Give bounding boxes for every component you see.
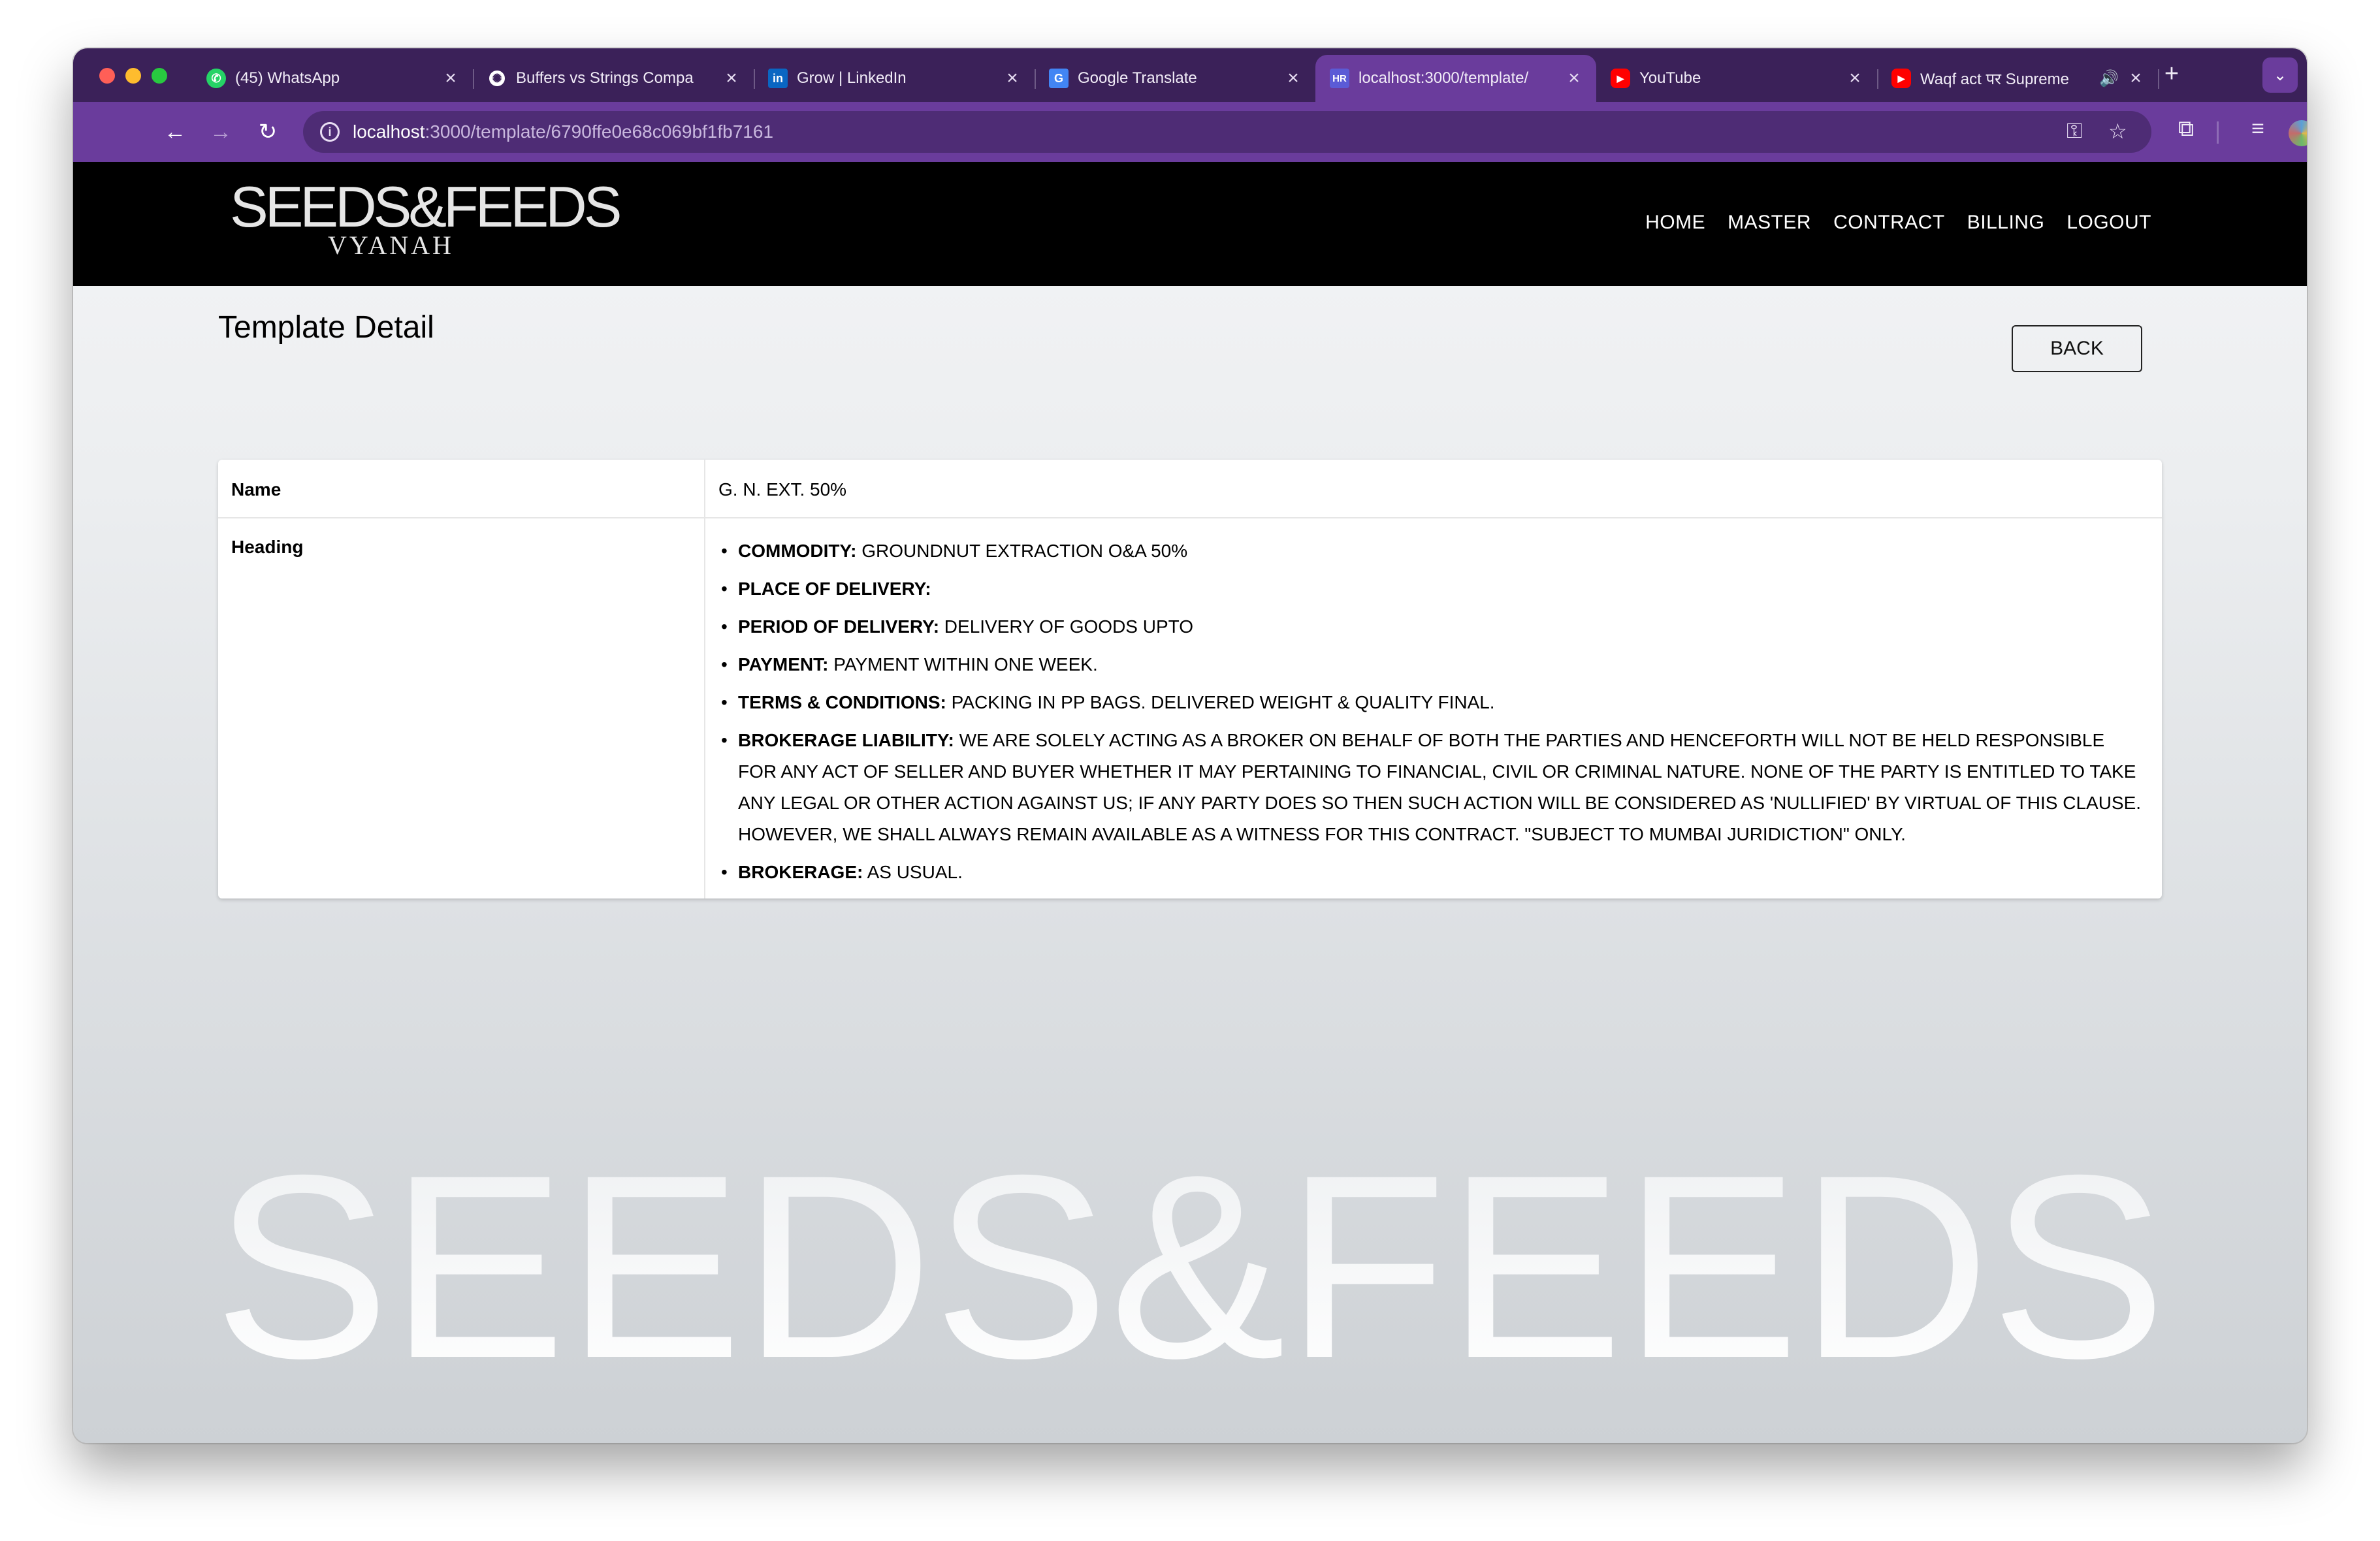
close-tab-icon[interactable]: ×: [1846, 67, 1864, 89]
back-button[interactable]: BACK: [2012, 325, 2142, 372]
tab-label: Grow | LinkedIn: [797, 69, 907, 87]
table-row-name: Name G. N. EXT. 50%: [218, 460, 2162, 518]
term-value: DELIVERY OF GOODS UPTO: [939, 616, 1194, 637]
media-controls-icon[interactable]: ≡: [2242, 116, 2274, 142]
heading-label: Heading: [231, 537, 304, 557]
site-info-icon[interactable]: i: [320, 122, 340, 142]
whatsapp-icon: ✆: [206, 69, 226, 88]
name-value: G. N. EXT. 50%: [718, 479, 847, 500]
list-item: TERMS & CONDITIONS: PACKING IN PP BAGS. …: [718, 687, 2142, 718]
youtube-icon: ▶: [1611, 69, 1630, 88]
list-item: BROKERAGE: AS USUAL.: [718, 857, 2142, 888]
url-host: localhost: [353, 121, 425, 142]
tab-linkedin[interactable]: in Grow | LinkedIn ×: [754, 55, 1036, 102]
tab-label: Buffers vs Strings Compa: [516, 69, 694, 87]
back-arrow-icon[interactable]: ←: [158, 115, 192, 149]
tab-search-chevron-icon[interactable]: ⌄: [2262, 57, 2298, 93]
minimize-window-button[interactable]: [125, 68, 141, 84]
column-divider: [704, 518, 705, 898]
url-path: :3000/template/6790ffe0e68c069bf1fb7161: [425, 121, 774, 142]
site-header: SEEDS&FEEDS VYANAH HOME MASTER CONTRACT …: [73, 162, 2307, 286]
watermark-text: SEEDS&FEEDS: [214, 1154, 2166, 1390]
table-row-heading: Heading COMMODITY: GROUNDNUT EXTRACTION …: [218, 518, 2162, 898]
tab-label: Waqf act पर Supreme: [1920, 70, 2069, 88]
tab-label: localhost:3000/template/: [1359, 69, 1529, 87]
youtube-icon: ▶: [1891, 69, 1911, 88]
tab-google-translate[interactable]: G Google Translate ×: [1035, 55, 1315, 102]
nav-contract[interactable]: CONTRACT: [1833, 212, 1945, 234]
list-item: PAYMENT: PAYMENT WITHIN ONE WEEK.: [718, 649, 2142, 680]
term-value: AS USUAL.: [863, 862, 963, 882]
password-key-icon[interactable]: ⚿: [2066, 119, 2082, 144]
browser-toolbar: ← → ↻ i localhost:3000/template/6790ffe0…: [73, 102, 2307, 162]
tab-localhost-template[interactable]: HR localhost:3000/template/ ×: [1315, 55, 1596, 102]
extensions-puzzle-icon[interactable]: ⧉: [2170, 116, 2202, 142]
nav-billing[interactable]: BILLING: [1967, 212, 2045, 234]
template-detail-table: Name G. N. EXT. 50% Heading COMMODITY: G…: [218, 460, 2162, 898]
term-key: PERIOD OF DELIVERY:: [738, 616, 940, 637]
background-watermark: SEEDS&FEEDS: [210, 1154, 2170, 1390]
term-key: PLACE OF DELIVERY:: [738, 579, 931, 599]
tab-label: (45) WhatsApp: [235, 69, 340, 87]
forward-arrow-icon[interactable]: →: [204, 115, 238, 149]
tab-waqf-act[interactable]: ▶ Waqf act पर Supreme 🔊 ×: [1877, 55, 2159, 102]
profile-avatar[interactable]: [2289, 120, 2307, 146]
openai-icon: ✺: [487, 69, 507, 88]
term-key: COMMODITY:: [738, 541, 857, 561]
close-window-button[interactable]: [99, 68, 115, 84]
linkedin-icon: in: [768, 69, 788, 88]
term-value: PAYMENT WITHIN ONE WEEK.: [828, 654, 1098, 675]
address-bar[interactable]: i localhost:3000/template/6790ffe0e68c06…: [303, 111, 2151, 153]
new-tab-button[interactable]: +: [2155, 60, 2188, 88]
heading-value: COMMODITY: GROUNDNUT EXTRACTION O&A 50% …: [718, 535, 2142, 895]
list-item: PERIOD OF DELIVERY: DELIVERY OF GOODS UP…: [718, 611, 2142, 643]
maximize-window-button[interactable]: [152, 68, 167, 84]
list-item: COMMODITY: GROUNDNUT EXTRACTION O&A 50%: [718, 535, 2142, 567]
logo-tagline: VYANAH: [328, 230, 454, 260]
term-key: BROKERAGE LIABILITY:: [738, 730, 954, 750]
main-nav: HOME MASTER CONTRACT BILLING LOGOUT: [1645, 212, 2151, 234]
tab-label: YouTube: [1639, 69, 1701, 87]
close-tab-icon[interactable]: ×: [2127, 67, 2145, 89]
audio-playing-icon[interactable]: 🔊: [2099, 69, 2119, 88]
term-key: BROKERAGE:: [738, 862, 863, 882]
close-tab-icon[interactable]: ×: [1284, 67, 1302, 89]
hr-app-icon: HR: [1330, 69, 1349, 88]
tab-youtube[interactable]: ▶ YouTube ×: [1596, 55, 1878, 102]
close-tab-icon[interactable]: ×: [1003, 67, 1021, 89]
reload-icon[interactable]: ↻: [251, 115, 285, 149]
nav-home[interactable]: HOME: [1645, 212, 1705, 234]
bookmark-star-icon[interactable]: ☆: [2108, 119, 2127, 144]
close-tab-icon[interactable]: ×: [722, 67, 741, 89]
tab-buffers-vs-strings[interactable]: ✺ Buffers vs Strings Compa ×: [473, 55, 755, 102]
toolbar-separator: [2217, 121, 2219, 144]
nav-master[interactable]: MASTER: [1728, 212, 1811, 234]
nav-logout[interactable]: LOGOUT: [2066, 212, 2151, 234]
term-value: PACKING IN PP BAGS. DELIVERED WEIGHT & Q…: [946, 692, 1495, 712]
page-viewport: SEEDS&FEEDS VYANAH HOME MASTER CONTRACT …: [73, 162, 2307, 1443]
terms-list: COMMODITY: GROUNDNUT EXTRACTION O&A 50% …: [718, 535, 2142, 888]
page-title: Template Detail: [218, 310, 434, 345]
browser-window: ✆ (45) WhatsApp × ✺ Buffers vs Strings C…: [73, 48, 2307, 1443]
name-label: Name: [231, 479, 281, 500]
google-translate-icon: G: [1049, 69, 1069, 88]
list-item: BROKERAGE LIABILITY: WE ARE SOLELY ACTIN…: [718, 725, 2142, 850]
tab-strip: ✆ (45) WhatsApp × ✺ Buffers vs Strings C…: [73, 48, 2307, 102]
watermark-graphic: SEEDS&FEEDS: [214, 1154, 2166, 1390]
term-key: PAYMENT:: [738, 654, 829, 675]
list-item: PLACE OF DELIVERY:: [718, 573, 2142, 605]
column-divider: [704, 460, 705, 517]
tab-whatsapp[interactable]: ✆ (45) WhatsApp ×: [192, 55, 474, 102]
close-tab-icon[interactable]: ×: [1565, 67, 1583, 89]
term-value: GROUNDNUT EXTRACTION O&A 50%: [856, 541, 1188, 561]
close-tab-icon[interactable]: ×: [442, 67, 460, 89]
term-key: TERMS & CONDITIONS:: [738, 692, 946, 712]
tab-label: Google Translate: [1078, 69, 1197, 87]
